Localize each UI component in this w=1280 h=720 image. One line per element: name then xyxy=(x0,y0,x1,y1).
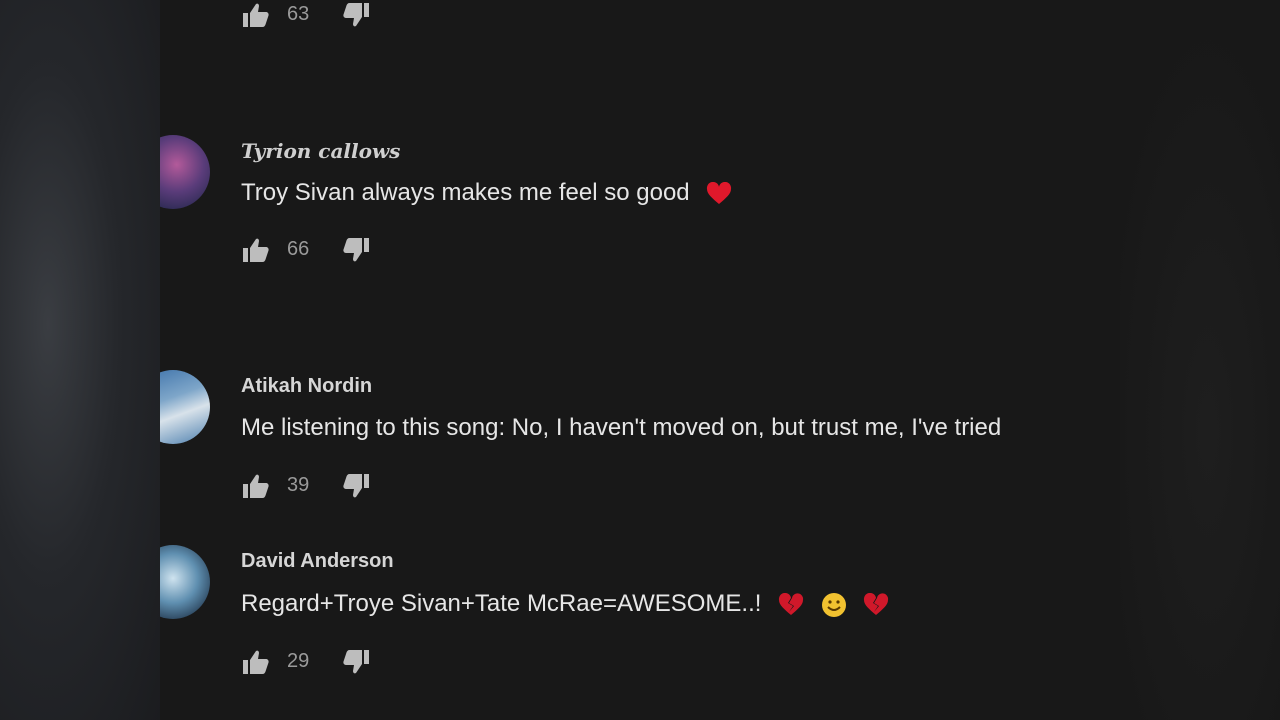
comment-actions: 63 xyxy=(241,0,441,30)
avatar[interactable] xyxy=(160,135,210,209)
like-count: 63 xyxy=(287,3,310,25)
comment-text-content: Regard+Troye Sivan+Tate McRae=AWESOME..! xyxy=(241,590,762,617)
thumbs-up-icon[interactable] xyxy=(241,0,271,30)
comments-panel: 63 Tyrion callows Troy Sivan always make… xyxy=(160,0,1120,720)
thumbs-down-icon[interactable] xyxy=(341,471,371,501)
red-heart-icon xyxy=(706,181,732,206)
thumbs-up-icon[interactable] xyxy=(241,235,271,265)
avatar[interactable] xyxy=(160,370,210,444)
comment-text: Troy Sivan always makes me feel so good xyxy=(241,179,732,207)
smiling-face-icon xyxy=(821,592,847,618)
blurred-background-right xyxy=(1100,0,1280,720)
thumbs-down-icon[interactable] xyxy=(341,0,371,30)
thumbs-down-icon[interactable] xyxy=(341,235,371,265)
comment-actions: 66 xyxy=(241,235,441,265)
comment-text: Regard+Troye Sivan+Tate McRae=AWESOME..! xyxy=(241,590,889,618)
like-count: 39 xyxy=(287,474,310,496)
thumbs-down-icon[interactable] xyxy=(341,647,371,677)
thumbs-up-icon[interactable] xyxy=(241,647,271,677)
blurred-background-left xyxy=(0,0,160,720)
comment-actions: 39 xyxy=(241,471,441,501)
comment-text-content: Troy Sivan always makes me feel so good xyxy=(241,179,690,206)
broken-heart-icon xyxy=(863,592,889,617)
comment-author[interactable]: Tyrion callows xyxy=(241,139,400,163)
broken-heart-icon xyxy=(778,592,804,617)
comment-author[interactable]: David Anderson xyxy=(241,550,394,573)
avatar[interactable] xyxy=(160,545,210,619)
thumbs-up-icon[interactable] xyxy=(241,471,271,501)
comment-actions: 29 xyxy=(241,647,441,677)
like-count: 29 xyxy=(287,650,310,672)
like-count: 66 xyxy=(287,238,310,260)
comment-author[interactable]: Atikah Nordin xyxy=(241,375,372,398)
comment-text: Me listening to this song: No, I haven't… xyxy=(241,414,1002,441)
